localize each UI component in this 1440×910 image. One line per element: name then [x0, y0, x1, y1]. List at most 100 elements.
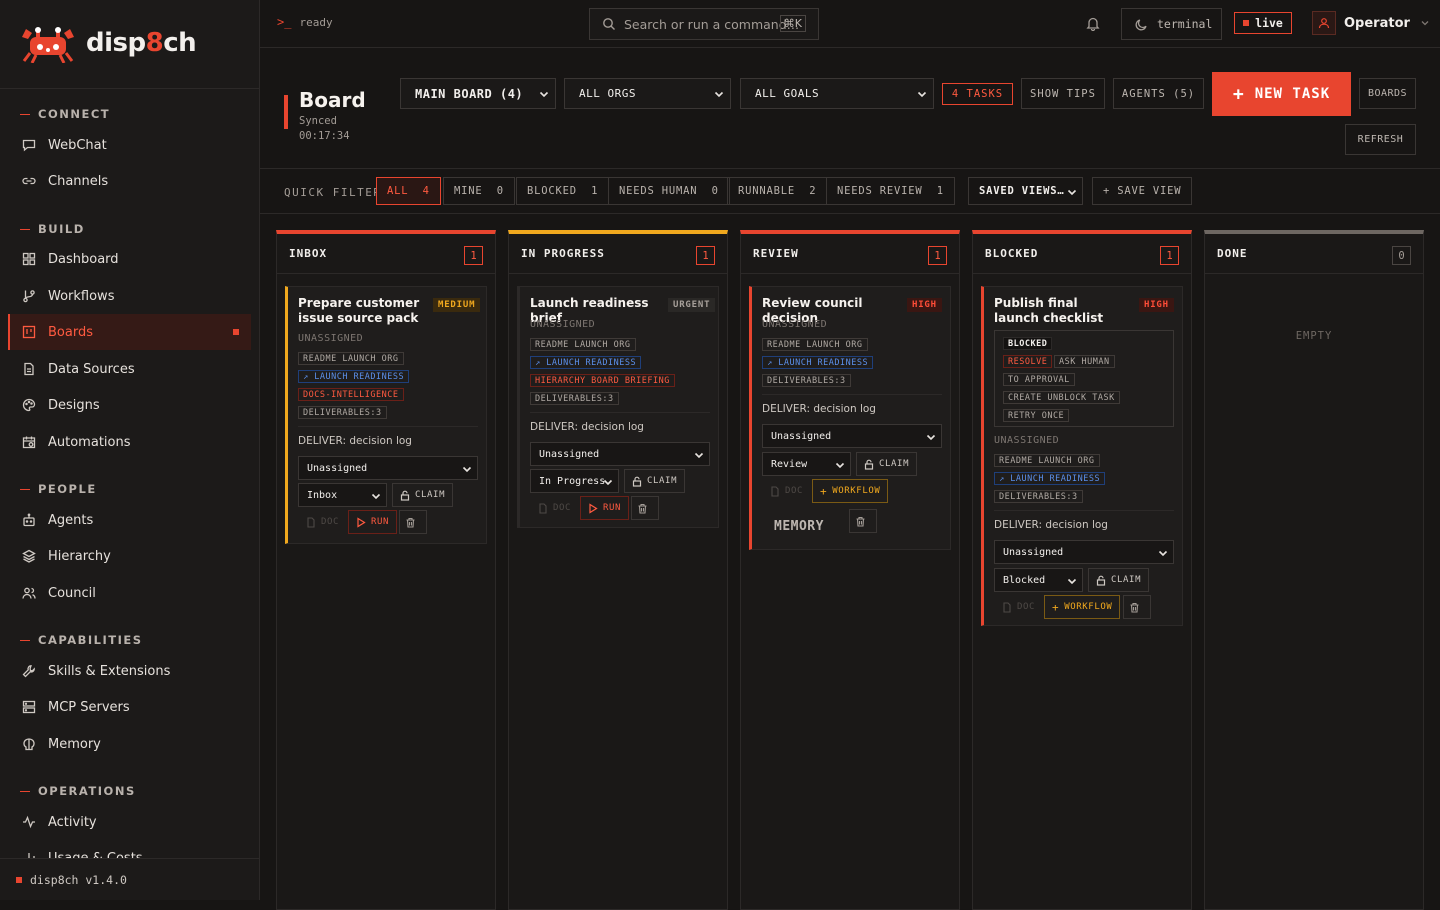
- show-tips-button[interactable]: SHOW TIPS: [1021, 78, 1105, 109]
- resolve-button[interactable]: RESOLVE: [1003, 355, 1053, 368]
- sidebar-item-designs[interactable]: Designs: [8, 387, 251, 423]
- sidebar-item-hierarchy[interactable]: Hierarchy: [8, 538, 251, 574]
- sidebar-item-activity[interactable]: Activity: [8, 804, 251, 840]
- sidebar-item-label: Channels: [48, 173, 109, 189]
- sidebar-item-council[interactable]: Council: [8, 575, 251, 611]
- delete-button[interactable]: [849, 509, 877, 533]
- sidebar-item-mcp-servers[interactable]: MCP Servers: [8, 689, 251, 725]
- goal-tag[interactable]: ↗ LAUNCH READINESS: [762, 356, 874, 369]
- to-approval-button[interactable]: TO APPROVAL: [1003, 373, 1075, 386]
- sync-time: 00:17:34: [299, 130, 350, 142]
- filter-mine[interactable]: MINE 0: [443, 177, 515, 205]
- play-icon: [357, 516, 366, 528]
- sidebar-item-data-sources[interactable]: Data Sources: [8, 351, 251, 387]
- claim-button[interactable]: CLAIM: [856, 452, 918, 476]
- section-operations: OPERATIONS: [20, 784, 136, 798]
- org-tag[interactable]: README LAUNCH ORG: [530, 338, 636, 351]
- logo[interactable]: disp8ch: [20, 22, 250, 64]
- document-icon: [1003, 601, 1011, 613]
- assignee-select[interactable]: Unassigned: [994, 540, 1174, 564]
- deliver-text: DELIVER: decision log: [762, 403, 876, 415]
- assignee-select[interactable]: Unassigned: [530, 442, 710, 466]
- boards-button[interactable]: BOARDS: [1359, 78, 1416, 109]
- notifications-button[interactable]: [1086, 16, 1100, 31]
- save-view-button[interactable]: + SAVE VIEW: [1092, 177, 1193, 205]
- delete-button[interactable]: [1123, 595, 1151, 619]
- doc-button[interactable]: DOC: [298, 510, 347, 534]
- new-task-button[interactable]: + NEW TASK: [1212, 72, 1351, 116]
- doc-button[interactable]: DOC: [994, 595, 1043, 619]
- bell-icon: [1086, 17, 1100, 31]
- status-select[interactable]: Blocked: [994, 568, 1083, 592]
- delete-button[interactable]: [631, 496, 659, 520]
- goal-select[interactable]: ALL GOALS: [740, 78, 934, 109]
- user-name: Operator: [1344, 15, 1410, 31]
- sidebar-item-boards[interactable]: Boards: [8, 314, 251, 350]
- board-select[interactable]: MAIN BOARD (4): [400, 78, 556, 109]
- theme-toggle[interactable]: terminal: [1121, 8, 1222, 40]
- sidebar-item-channels[interactable]: Channels: [8, 163, 251, 199]
- status-select[interactable]: Review: [762, 452, 851, 476]
- retry-once-button[interactable]: RETRY ONCE: [1003, 409, 1070, 422]
- filter-blocked[interactable]: BLOCKED 1: [516, 177, 610, 205]
- trash-icon: [638, 503, 647, 514]
- status-select-value: Blocked: [1003, 574, 1046, 586]
- command-search[interactable]: Search or run a command… ⌘K: [589, 8, 819, 40]
- assignee-select[interactable]: Unassigned: [298, 456, 478, 480]
- create-unblock-task-button[interactable]: CREATE UNBLOCK TASK: [1003, 391, 1120, 404]
- claim-button[interactable]: CLAIM: [392, 483, 454, 507]
- sidebar-item-label: Skills & Extensions: [48, 663, 171, 679]
- doc-button[interactable]: DOC: [762, 479, 811, 503]
- goal-tag[interactable]: ↗ LAUNCH READINESS: [298, 370, 410, 383]
- sidebar-item-agents[interactable]: Agents: [8, 502, 251, 538]
- goal-tag[interactable]: ↗ LAUNCH READINESS: [530, 356, 642, 369]
- status-select[interactable]: In Progress: [530, 469, 619, 493]
- trash-icon: [1130, 602, 1139, 613]
- task-card[interactable]: Review council decision HIGH UNASSIGNED …: [749, 286, 951, 550]
- doc-button[interactable]: DOC: [530, 496, 579, 520]
- sidebar-item-dashboard[interactable]: Dashboard: [8, 241, 251, 277]
- brain-icon: [23, 738, 35, 751]
- delete-button[interactable]: [399, 510, 427, 534]
- agents-button[interactable]: AGENTS (5): [1113, 78, 1204, 109]
- workflow-label: WORKFLOW: [832, 486, 881, 496]
- refresh-button[interactable]: REFRESH: [1345, 124, 1416, 155]
- assignee-status: UNASSIGNED: [762, 319, 828, 330]
- board-header: Board Synced 00:17:34 MAIN BOARD (4) ALL…: [260, 48, 1440, 169]
- trash-icon: [406, 517, 415, 528]
- org-tag[interactable]: README LAUNCH ORG: [994, 454, 1100, 467]
- task-card[interactable]: Publish final launch checklist HIGH BLOC…: [981, 286, 1183, 626]
- org-select[interactable]: ALL ORGS: [564, 78, 731, 109]
- run-button[interactable]: RUN: [580, 496, 630, 520]
- filter-needs-human[interactable]: NEEDS HUMAN 0: [608, 177, 730, 205]
- filter-all[interactable]: ALL 4: [376, 177, 441, 205]
- memory-label[interactable]: MEMORY: [774, 519, 824, 534]
- org-tag[interactable]: README LAUNCH ORG: [298, 352, 404, 365]
- live-dot-icon: [1243, 20, 1250, 26]
- claim-button[interactable]: CLAIM: [1088, 568, 1150, 592]
- org-tag[interactable]: README LAUNCH ORG: [762, 338, 868, 351]
- task-card[interactable]: Prepare customer issue source pack MEDIU…: [285, 286, 487, 544]
- task-card[interactable]: Launch readiness brief URGENT UNASSIGNED…: [517, 286, 719, 528]
- ask-human-button[interactable]: ASK HUMAN: [1054, 355, 1115, 368]
- sidebar-item-webchat[interactable]: WebChat: [8, 127, 251, 163]
- sidebar-item-workflows[interactable]: Workflows: [8, 278, 251, 314]
- workflow-button[interactable]: + WORKFLOW: [1044, 595, 1121, 619]
- document-icon: [771, 485, 779, 497]
- sidebar-item-automations[interactable]: Automations: [8, 424, 251, 460]
- saved-views-select[interactable]: SAVED VIEWS…: [968, 177, 1083, 205]
- filter-needs-review[interactable]: NEEDS REVIEW 1: [826, 177, 955, 205]
- chevron-down-icon: [917, 91, 927, 98]
- sidebar-item-usage[interactable]: Usage & Costs: [8, 843, 251, 859]
- claim-button[interactable]: CLAIM: [624, 469, 686, 493]
- workflow-button[interactable]: + WORKFLOW: [812, 479, 889, 503]
- goal-tag[interactable]: ↗ LAUNCH READINESS: [994, 472, 1106, 485]
- run-button[interactable]: RUN: [348, 510, 398, 534]
- assignee-select[interactable]: Unassigned: [762, 424, 942, 448]
- status-select[interactable]: Inbox: [298, 483, 387, 507]
- sidebar-item-skills[interactable]: Skills & Extensions: [8, 653, 251, 689]
- user-menu[interactable]: Operator: [1312, 11, 1430, 35]
- sidebar-item-memory[interactable]: Memory: [8, 726, 251, 762]
- theme-label: terminal: [1157, 17, 1213, 31]
- filter-runnable[interactable]: RUNNABLE 2: [727, 177, 828, 205]
